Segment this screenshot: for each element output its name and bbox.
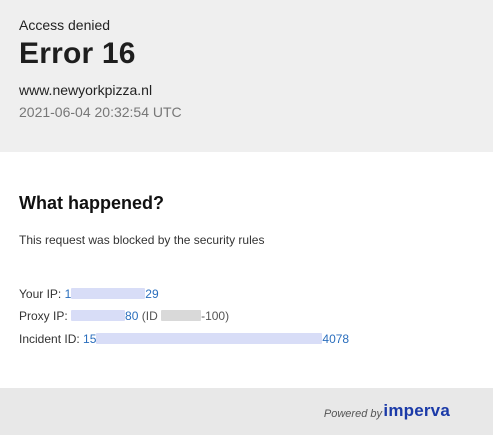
imperva-logo[interactable]: imperva [383, 401, 450, 421]
error-title: Error 16 [19, 37, 136, 70]
your-ip-row: Your IP: 1 29 [19, 287, 159, 301]
proxy-ip-label: Proxy IP: [19, 309, 68, 323]
your-ip-value: 1 29 [65, 287, 159, 301]
redacted-block [161, 310, 202, 321]
redacted-block [71, 288, 146, 299]
redacted-block [96, 333, 323, 344]
timestamp: 2021-06-04 20:32:54 UTC [19, 104, 182, 120]
redacted-block [71, 310, 126, 321]
access-status: Access denied [19, 17, 111, 33]
incident-id-label: Incident ID: [19, 332, 80, 346]
block-message: This request was blocked by the security… [19, 233, 265, 247]
your-ip-prefix: 1 [64, 287, 72, 301]
error-header: Access denied Error 16 www.newyorkpizza.… [0, 0, 493, 152]
domain-text: www.newyorkpizza.nl [19, 82, 153, 98]
your-ip-label: Your IP: [19, 287, 62, 301]
proxy-id-close: -100) [201, 309, 230, 323]
your-ip-suffix: 29 [145, 287, 159, 301]
proxy-ip-value: 80 [71, 309, 138, 323]
proxy-ip-row: Proxy IP: 80 (ID -100) [19, 309, 229, 323]
incident-id-value: 15 4078 [83, 332, 349, 346]
incident-id-prefix: 15 [83, 332, 97, 346]
section-title: What happened? [19, 193, 164, 213]
proxy-id-open: (ID [141, 309, 158, 323]
powered-by-text: Powered by [323, 408, 382, 420]
incident-id-suffix: 4078 [322, 332, 350, 346]
proxy-id: (ID -100) [142, 309, 229, 323]
proxy-ip-suffix: 80 [125, 309, 139, 323]
footer: Powered by imperva [0, 388, 493, 435]
details-card: What happened? This request was blocked … [0, 152, 493, 388]
incident-id-row: Incident ID: 15 4078 [19, 332, 349, 346]
